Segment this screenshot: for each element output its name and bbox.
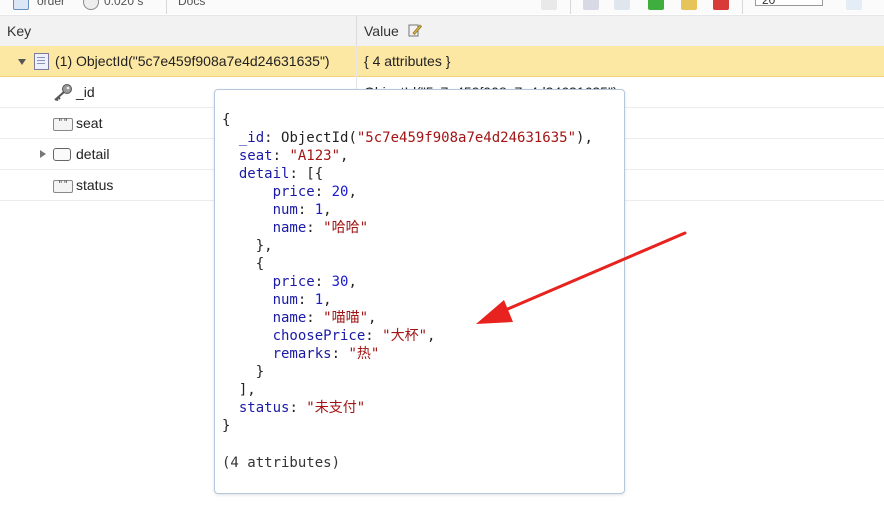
red-arrow-annotation [476, 231, 687, 324]
